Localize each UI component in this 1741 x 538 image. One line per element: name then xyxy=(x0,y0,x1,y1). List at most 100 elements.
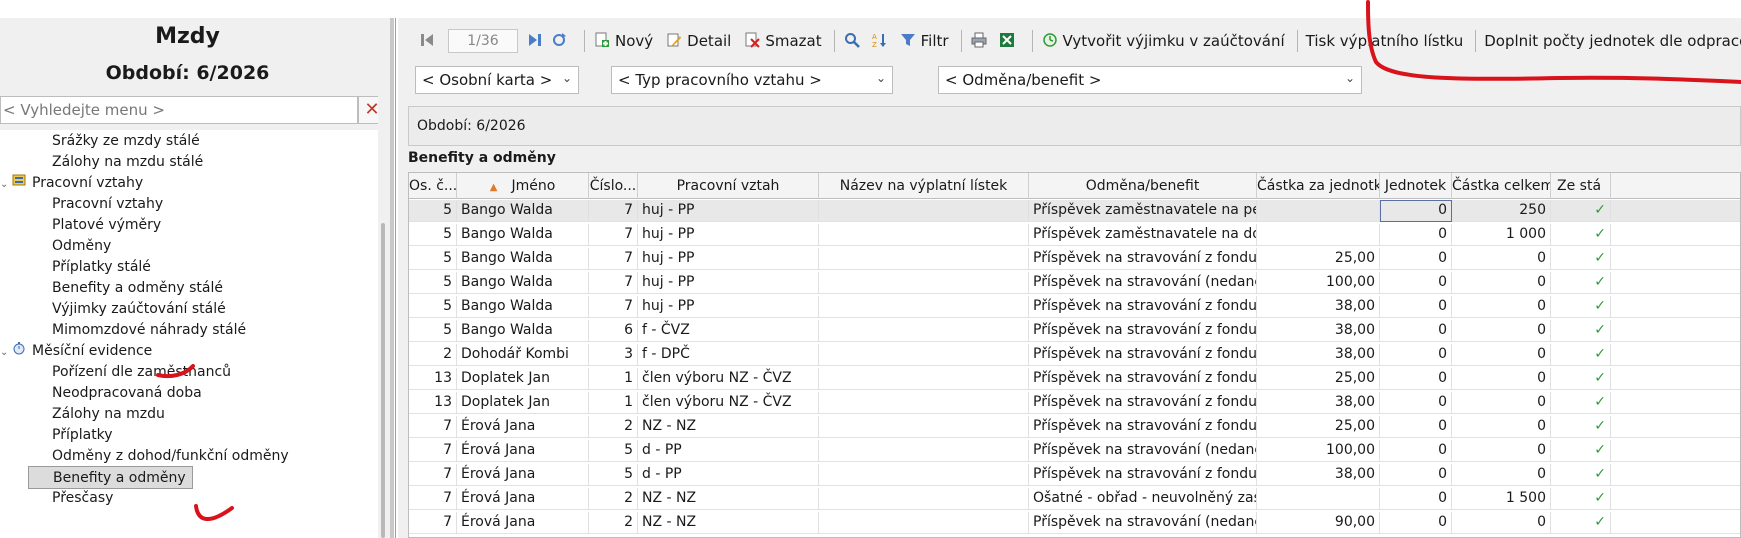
cell-payslip-name[interactable] xyxy=(819,296,1029,318)
cell-total[interactable]: 0 xyxy=(1452,368,1551,390)
cell-benefit[interactable]: Příspěvek na stravování z fondu (neda xyxy=(1029,320,1257,342)
menu-item[interactable]: Srážky ze mzdy stálé xyxy=(52,130,200,153)
cell-total[interactable]: 0 xyxy=(1452,464,1551,486)
cell-units[interactable]: 0 xyxy=(1380,344,1452,366)
menu-item[interactable]: Příplatky stálé xyxy=(52,256,151,279)
cell-from-fixed[interactable]: ✓ xyxy=(1551,272,1611,294)
filter-button[interactable]: Filtr xyxy=(899,32,949,50)
cell-unit-amount[interactable] xyxy=(1257,224,1380,246)
menu-item[interactable]: Odměny xyxy=(52,235,111,258)
column-header[interactable]: Název na výplatní lístek xyxy=(819,173,1029,199)
cell-units[interactable]: 0 xyxy=(1380,272,1452,294)
cell-number[interactable]: 7 xyxy=(589,296,638,318)
scrollbar-thumb[interactable] xyxy=(381,223,385,538)
cell-units[interactable]: 0 xyxy=(1380,296,1452,318)
search-button[interactable] xyxy=(843,32,865,50)
cell-personal-number[interactable]: 7 xyxy=(409,416,457,438)
cell-benefit[interactable]: Příspěvek na stravování z fondu (neda xyxy=(1029,464,1257,486)
cell-unit-amount[interactable]: 25,00 xyxy=(1257,248,1380,270)
column-header[interactable]: Os. č... xyxy=(409,173,457,199)
cell-payslip-name[interactable] xyxy=(819,368,1029,390)
cell-number[interactable]: 3 xyxy=(589,344,638,366)
table-row[interactable]: 7 Érová Jana 5 d - PP Příspěvek na stravován… xyxy=(409,440,1740,462)
menu-item[interactable]: Pořízení dle zaměstnanců xyxy=(52,361,231,384)
menu-item[interactable]: Neodpracovaná doba xyxy=(52,382,202,405)
table-row[interactable]: 13 Doplatek Jan 1 člen výboru NZ - ČVZ Přísp… xyxy=(409,368,1740,390)
cell-name[interactable]: Doplatek Jan xyxy=(457,368,589,390)
cell-relation[interactable]: d - PP xyxy=(638,464,819,486)
cell-benefit[interactable]: Příspěvek na stravování z fondu (neda xyxy=(1029,248,1257,270)
cell-number[interactable]: 6 xyxy=(589,320,638,342)
cell-personal-number[interactable]: 5 xyxy=(409,200,457,222)
cell-from-fixed[interactable]: ✓ xyxy=(1551,512,1611,534)
table-row[interactable]: 5 Bango Walda 6 f - ČVZ Příspěvek na stravov… xyxy=(409,320,1740,342)
cell-benefit[interactable]: Příspěvek na stravování (nedaněno) xyxy=(1029,512,1257,534)
cell-name[interactable]: Bango Walda xyxy=(457,296,589,318)
cell-benefit[interactable]: Příspěvek na stravování z fondu (neda xyxy=(1029,368,1257,390)
cell-payslip-name[interactable] xyxy=(819,248,1029,270)
cell-unit-amount[interactable]: 38,00 xyxy=(1257,320,1380,342)
table-row[interactable]: 5 Bango Walda 7 huj - PP Příspěvek na stravo… xyxy=(409,272,1740,294)
cell-personal-number[interactable]: 5 xyxy=(409,224,457,246)
print-button[interactable] xyxy=(970,32,992,50)
menu-item[interactable]: Výjimky zaúčtování stálé xyxy=(52,298,226,321)
cell-benefit[interactable]: Příspěvek zaměstnavatele na doplňko xyxy=(1029,224,1257,246)
cell-name[interactable]: Bango Walda xyxy=(457,248,589,270)
menu-item[interactable]: Benefity a odměny stálé xyxy=(52,277,223,300)
cell-benefit[interactable]: Příspěvek na stravování z fondu (neda xyxy=(1029,296,1257,318)
cell-from-fixed[interactable]: ✓ xyxy=(1551,416,1611,438)
cell-number[interactable]: 7 xyxy=(589,200,638,222)
cell-unit-amount[interactable]: 38,00 xyxy=(1257,344,1380,366)
refresh-button[interactable] xyxy=(550,32,572,50)
delete-button[interactable]: Smazat xyxy=(743,32,822,50)
cell-payslip-name[interactable] xyxy=(819,344,1029,366)
cell-personal-number[interactable]: 7 xyxy=(409,464,457,486)
cell-units[interactable]: 0 xyxy=(1380,392,1452,414)
column-header[interactable]: Částka celkem xyxy=(1452,173,1551,199)
relation-type-select[interactable]: < Typ pracovního vztahu > ⌄ xyxy=(611,66,893,94)
cell-number[interactable]: 5 xyxy=(589,440,638,462)
cell-unit-amount[interactable]: 38,00 xyxy=(1257,296,1380,318)
cell-name[interactable]: Bango Walda xyxy=(457,320,589,342)
cell-number[interactable]: 2 xyxy=(589,512,638,534)
column-header[interactable]: Odměna/benefit xyxy=(1029,173,1257,199)
cell-benefit[interactable]: Příspěvek na stravování (nedaněno) xyxy=(1029,272,1257,294)
table-row[interactable]: 5 Bango Walda 7 huj - PP Příspěvek na stravo… xyxy=(409,296,1740,318)
reward-select[interactable]: < Odměna/benefit > ⌄ xyxy=(938,66,1362,94)
cell-total[interactable]: 0 xyxy=(1452,512,1551,534)
cell-payslip-name[interactable] xyxy=(819,320,1029,342)
first-page-button[interactable] xyxy=(418,32,440,50)
cell-from-fixed[interactable]: ✓ xyxy=(1551,368,1611,390)
cell-name[interactable]: Érová Jana xyxy=(457,440,589,462)
cell-payslip-name[interactable] xyxy=(819,440,1029,462)
cell-benefit[interactable]: Příspěvek na stravování (nedaněno) xyxy=(1029,440,1257,462)
cell-benefit[interactable]: Příspěvek na stravování z fondu (neda xyxy=(1029,344,1257,366)
cell-units[interactable]: 0 xyxy=(1380,512,1452,534)
column-header[interactable]: Ze stá xyxy=(1551,173,1611,199)
cell-payslip-name[interactable] xyxy=(819,512,1029,534)
cell-total[interactable]: 0 xyxy=(1452,296,1551,318)
cell-from-fixed[interactable]: ✓ xyxy=(1551,440,1611,462)
cell-personal-number[interactable]: 7 xyxy=(409,440,457,462)
sort-button[interactable]: AZ xyxy=(871,32,893,50)
cell-relation[interactable]: NZ - NZ xyxy=(638,488,819,510)
cell-total[interactable]: 0 xyxy=(1452,440,1551,462)
cell-number[interactable]: 1 xyxy=(589,392,638,414)
cell-units[interactable]: 0 xyxy=(1380,440,1452,462)
cell-payslip-name[interactable] xyxy=(819,464,1029,486)
print-payslip-button[interactable]: Tisk výplatního lístku xyxy=(1306,32,1464,50)
cell-relation[interactable]: huj - PP xyxy=(638,200,819,222)
cell-units[interactable]: 0 xyxy=(1380,416,1452,438)
cell-number[interactable]: 1 xyxy=(589,368,638,390)
new-button[interactable]: Nový xyxy=(593,32,653,50)
cell-units[interactable]: 0 xyxy=(1380,200,1452,222)
cell-number[interactable]: 7 xyxy=(589,272,638,294)
column-header[interactable]: Jednotek xyxy=(1380,173,1452,199)
cell-unit-amount[interactable]: 25,00 xyxy=(1257,368,1380,390)
cell-units[interactable]: 0 xyxy=(1380,464,1452,486)
left-scrollbar[interactable] xyxy=(378,18,390,538)
cell-payslip-name[interactable] xyxy=(819,488,1029,510)
excel-export-button[interactable] xyxy=(998,32,1020,50)
cell-unit-amount[interactable] xyxy=(1257,200,1380,222)
cell-name[interactable]: Érová Jana xyxy=(457,512,589,534)
